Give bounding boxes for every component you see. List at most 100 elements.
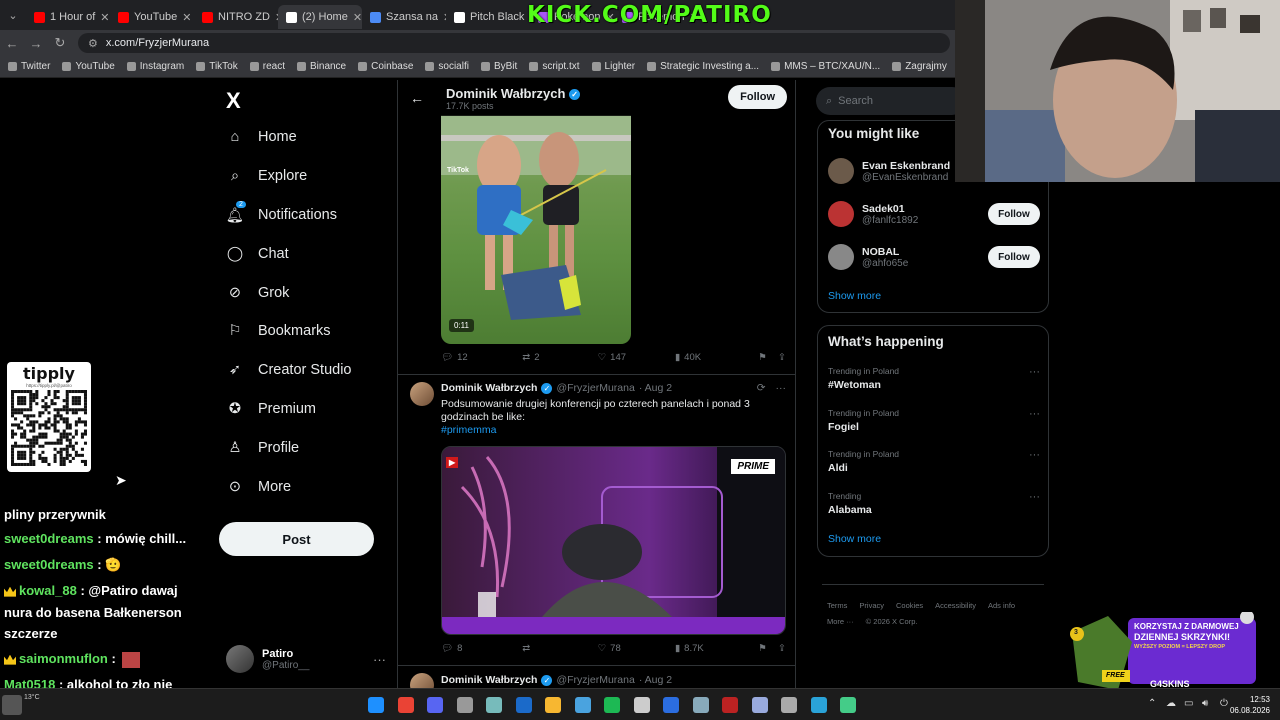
bookmark-item[interactable]: script.txt [529,61,580,72]
more-dots-icon[interactable]: ··· [776,382,787,394]
nav-item-chat[interactable]: ◯ Chat [226,245,289,263]
bookmark-item[interactable]: Lighter [591,61,635,72]
taskbar-app-icon[interactable] [840,697,856,713]
taskbar-app-icon[interactable] [722,697,738,713]
bookmark-item[interactable]: socialfi [425,61,469,72]
taskbar-app-icon[interactable] [545,697,561,713]
show-more-link[interactable]: Show more [828,290,881,302]
tweet-handle[interactable]: @FryzjerMurana [556,674,634,686]
grok-icon[interactable]: ⟳ [757,382,766,394]
tweet-author[interactable]: Dominik Wałbrzych [441,382,537,394]
like-button[interactable]: ♡ 147 [598,352,675,363]
browser-tab[interactable]: (2) Home ✕ [278,5,362,29]
like-button[interactable]: ♡ 78 [598,643,675,654]
suggested-user[interactable]: Sadek01 @fanlfc1892 Follow [828,198,1040,230]
back-arrow-icon[interactable]: ← [410,90,424,106]
browser-tab[interactable]: NITRO ZD✕ [194,5,278,29]
tray-icon[interactable]: ▭ [1184,698,1193,709]
hashtag-link[interactable]: #primemma [441,424,761,437]
bookmark-item[interactable]: Coinbase [358,61,413,72]
follow-button[interactable]: Follow [988,203,1040,225]
system-clock[interactable]: 12:53 06.08.2026 [1230,694,1270,716]
nav-item-grok[interactable]: ⊘ Grok [226,284,290,302]
taskbar-app-icon[interactable] [486,697,502,713]
nav-item-home[interactable]: ⌂ Home [226,128,297,146]
tray-icon[interactable]: ☁ [1166,698,1176,709]
trend-item[interactable]: Trending in Poland Aldi ··· [828,449,1040,474]
tray-icon[interactable]: 🔊︎ [1202,698,1208,709]
taskbar-app-icon[interactable] [810,697,827,713]
more-dots-icon[interactable]: ··· [1029,366,1040,378]
nav-item-notifications[interactable]: 🔔︎ 2 Notifications [226,201,337,224]
bookmark-item[interactable]: Binance [296,61,346,72]
tweet-date[interactable]: · Aug 2 [639,382,672,394]
bookmark-item[interactable]: TikTok [196,61,238,72]
close-tab-icon[interactable]: ✕ [100,11,109,24]
nav-item-explore[interactable]: ⌕ Explore [226,167,307,185]
taskbar-app-icon[interactable] [368,697,384,713]
more-dots-icon[interactable]: ··· [1029,491,1040,503]
reply-button[interactable]: 💬︎ 8 [441,643,522,654]
account-switcher[interactable]: Patiro @Patiro__ ··· [226,644,386,674]
forward-icon[interactable]: → [24,36,48,51]
bookmark-item[interactable]: Twitter [8,61,50,72]
tweet-author[interactable]: Dominik Wałbrzych [441,674,537,686]
tweet-handle[interactable]: @FryzjerMurana [556,382,634,394]
trend-item[interactable]: Trending in Poland Fogiel ··· [828,408,1040,433]
browser-tab[interactable]: Pitch Black✕ [446,5,530,29]
more-dots-icon[interactable]: ··· [1029,449,1040,461]
repost-button[interactable]: ⇄ [522,643,597,654]
tweet-avatar[interactable] [410,673,434,688]
reply-button[interactable]: 💬︎ 12 [441,352,522,363]
browser-tab[interactable]: Szansa na✕ [362,5,446,29]
x-logo-icon[interactable]: X [226,88,241,114]
nav-item-more[interactable]: ⊙ More [226,478,291,496]
suggested-user[interactable]: NOBAL @ahfo65e Follow [828,241,1040,273]
views-button[interactable]: ▮ 40K [675,352,758,363]
bookmark-item[interactable]: MMS – BTC/XAU/N... [771,61,880,72]
taskbar-app-icon[interactable] [515,697,532,713]
browser-tab[interactable]: 1 Hour of ✕ [26,5,110,29]
tweet-avatar[interactable] [410,382,434,406]
share-icon[interactable]: ⇪ [778,352,786,363]
browser-tab[interactable]: YouTube ✕ [110,5,194,29]
tray-icon[interactable]: ⌃ [1148,698,1156,709]
nav-item-creator-studio[interactable]: ➶ Creator Studio [226,361,352,379]
reload-icon[interactable]: ↻ [48,35,72,51]
footer-link[interactable]: More ··· [827,614,854,630]
search-field[interactable]: ⌕ Search [816,87,966,115]
taskbar-app-icon[interactable] [633,697,650,713]
trend-item[interactable]: Trending Alabama ··· [828,491,1040,516]
footer-link[interactable]: Cookies [896,598,923,614]
close-tab-icon[interactable]: ✕ [182,11,191,24]
footer-link[interactable]: Terms [827,598,847,614]
weather-widget[interactable]: 13°C [24,693,40,702]
taskbar-app-icon[interactable] [427,697,443,713]
share-icon[interactable]: ⇪ [778,643,786,654]
taskbar-app-icon[interactable] [397,697,414,713]
url-field[interactable]: ⚙ x.com/FryzjerMurana [78,33,950,53]
footer-link[interactable]: Ads info [988,598,1015,614]
footer-link[interactable]: Privacy [859,598,884,614]
bookmark-item[interactable]: Strategic Investing a... [647,61,759,72]
back-icon[interactable]: ← [0,36,24,51]
nav-item-profile[interactable]: ♙ Profile [226,439,300,457]
follow-button[interactable]: Follow [728,85,787,109]
bookmark-item[interactable]: react [249,61,285,72]
show-more-link[interactable]: Show more [828,533,881,545]
video-player[interactable]: ▶ PRIME [441,446,786,635]
bookmark-item[interactable]: ByBit [480,61,517,72]
taskbar-app-icon[interactable] [574,697,591,713]
views-button[interactable]: ▮ 8.7K [675,643,758,654]
post-button[interactable]: Post [219,522,374,556]
close-tab-icon[interactable]: ✕ [353,11,362,24]
bookmark-item[interactable]: Instagram [126,61,184,72]
tweet-date[interactable]: · Aug 2 [639,674,672,686]
taskbar-app-icon[interactable] [663,697,679,713]
nav-item-bookmarks[interactable]: ⚐ Bookmarks [226,322,331,340]
footer-link[interactable]: Accessibility [935,598,976,614]
taskbar-app-icon[interactable] [692,697,709,713]
footer-link[interactable]: © 2026 X Corp. [866,614,918,630]
repost-button[interactable]: ⇄ 2 [522,352,597,363]
nav-item-premium[interactable]: ✪ Premium [226,400,316,418]
